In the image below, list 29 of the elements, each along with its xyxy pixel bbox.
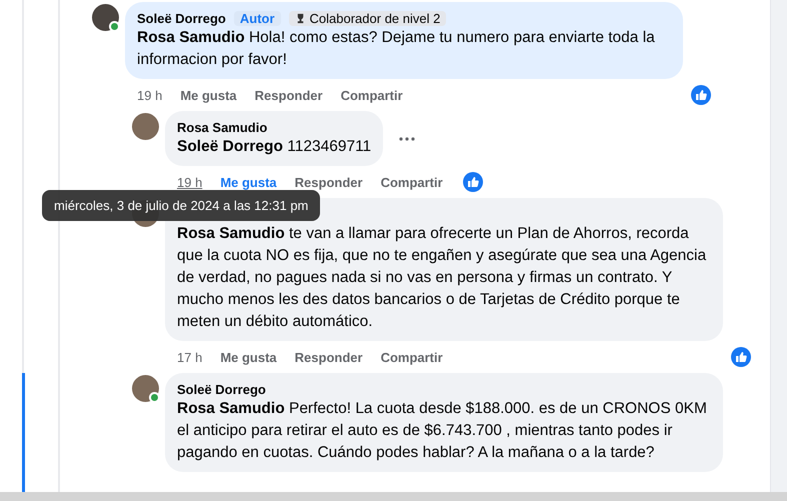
avatar[interactable] (92, 4, 119, 31)
comment-text: Soleë Dorrego 1123469711 (177, 137, 372, 157)
more-options-icon[interactable] (397, 136, 418, 142)
date-tooltip: miércoles, 3 de julio de 2024 a las 12:31 pm (42, 190, 320, 221)
timestamp-link[interactable]: 19 h (137, 88, 162, 102)
author-name[interactable]: Soleë Dorrego (177, 382, 266, 396)
avatar[interactable] (132, 113, 159, 140)
author-name[interactable]: Soleë Dorrego (137, 10, 226, 26)
like-reaction-icon[interactable] (462, 172, 483, 192)
author-badge: Autor (234, 10, 281, 26)
like-link[interactable]: Me gusta (220, 350, 277, 364)
contributor-badge: Colaborador de nivel 2 (288, 10, 446, 26)
avatar[interactable] (132, 375, 159, 402)
like-reaction-icon[interactable] (691, 85, 711, 105)
comment-text: Rosa Samudio Hola! como estas? Dejame tu numero para enviarte toda la informacion por favor! (137, 28, 656, 70)
author-name[interactable]: Rosa Samudio (177, 120, 268, 134)
share-link[interactable]: Compartir (340, 88, 403, 102)
reply-link[interactable]: Responder (294, 174, 363, 190)
like-reaction-icon[interactable] (731, 347, 751, 367)
share-link[interactable]: Compartir (380, 350, 443, 364)
reply-link[interactable]: Responder (294, 350, 363, 364)
comment-text: Rosa Samudio te van a llamar para ofrecerte un Plan de Ahorros, recorda que la cuota NO es fija, que no te engañen y asegúrate que sea una Agencia de verdad, no pagues nada si no vas en persona y firmas un contrato. Y mucho menos les des datos bancarios o de Tarjetas de Crédito porque te meten un débito automático. (177, 224, 708, 332)
comment-text: Rosa Samudio Perfecto! La cuota desde $188.000. es de un CRONOS 0KM el anticipo para retirar el auto es de $6.743.700 , mientras tanto podes ir pagando en cuotas. Cuándo podes hablar? A la mañana o a la tarde? (177, 399, 708, 463)
share-link[interactable]: Compartir (380, 174, 443, 190)
reply-link[interactable]: Responder (254, 88, 323, 102)
timestamp-link[interactable]: 17 h (177, 350, 202, 364)
timestamp-link[interactable]: 19 h (177, 174, 202, 190)
like-link[interactable]: Me gusta (180, 88, 237, 102)
like-link[interactable]: Me gusta (220, 174, 277, 190)
